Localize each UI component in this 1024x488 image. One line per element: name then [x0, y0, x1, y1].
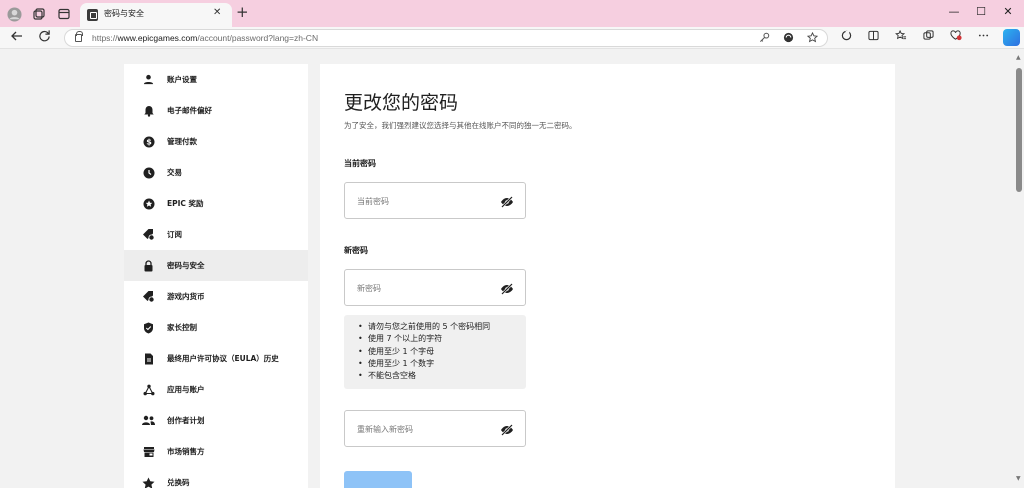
maximize-button[interactable]: ☐: [969, 5, 993, 18]
performance-heart-icon[interactable]: [950, 30, 962, 44]
store-icon: [142, 445, 155, 458]
extension-icon[interactable]: [841, 30, 852, 44]
tab-close-button[interactable]: ✕: [213, 7, 221, 18]
sidebar-item-label: 交易: [167, 168, 182, 177]
favorites-icon[interactable]: [895, 29, 907, 44]
collections-icon[interactable]: [31, 6, 47, 22]
sidebar-item-apps-accounts[interactable]: 应用与账户: [124, 374, 308, 405]
title-bar: 密码与安全 ✕ + — ☐ ✕: [0, 0, 1024, 27]
sidebar-item-label: 家长控制: [167, 323, 197, 332]
scroll-up-icon[interactable]: ▲: [1016, 54, 1021, 61]
sidebar-item-label: 管理付款: [167, 137, 197, 146]
sidebar-item-label: 订阅: [167, 230, 182, 239]
hide-password-eye-icon[interactable]: [500, 281, 514, 295]
current-password-label: 当前密码: [344, 159, 376, 168]
new-password-label: 新密码: [344, 246, 368, 255]
sidebar-item-redeem-code[interactable]: 兑换码: [124, 467, 308, 488]
more-menu-icon[interactable]: [978, 30, 989, 44]
key-icon[interactable]: [759, 32, 770, 46]
new-password-placeholder: 新密码: [357, 284, 381, 293]
new-password-field[interactable]: 新密码: [344, 269, 526, 306]
collections-toolbar-icon[interactable]: [923, 30, 934, 44]
sidebar-item-label: 电子邮件偏好: [167, 106, 212, 115]
requirement-item: 使用至少 1 个字母: [358, 346, 526, 359]
person-icon: [142, 73, 155, 86]
svg-text:$: $: [146, 137, 152, 146]
back-button[interactable]: [10, 29, 24, 48]
sidebar-item-label: 应用与账户: [167, 385, 205, 394]
hide-password-eye-icon[interactable]: [500, 422, 514, 436]
minimize-button[interactable]: —: [942, 5, 966, 18]
nodes-icon: [142, 383, 155, 396]
requirement-item: 使用 7 个以上的字符: [358, 333, 526, 346]
sidebar-item-password-security[interactable]: 密码与安全: [124, 250, 308, 281]
people-icon: [142, 414, 155, 427]
sidebar-item-eula-history[interactable]: 最终用户许可协议（EULA）历史: [124, 343, 308, 374]
star-icon: [142, 476, 155, 488]
sidebar-item-manage-payments[interactable]: $ 管理付款: [124, 126, 308, 157]
confirm-password-field[interactable]: 重新输入新密码: [344, 410, 526, 447]
hide-password-eye-icon[interactable]: [500, 194, 514, 208]
current-password-field[interactable]: 当前密码: [344, 182, 526, 219]
refresh-button[interactable]: [38, 29, 51, 47]
page-title: 更改您的密码: [344, 92, 459, 114]
lock-icon: [142, 259, 155, 272]
address-bar[interactable]: https://www.epicgames.com/account/passwo…: [64, 29, 828, 47]
sidebar-item-label: 最终用户许可协议（EULA）历史: [167, 354, 279, 363]
sidebar-item-epic-rewards[interactable]: EPIC 奖励: [124, 188, 308, 219]
sidebar-item-transactions[interactable]: 交易: [124, 157, 308, 188]
sidebar-item-marketplace-seller[interactable]: 市场销售方: [124, 436, 308, 467]
sidebar-item-parental-controls[interactable]: 家长控制: [124, 312, 308, 343]
sidebar-item-label: 密码与安全: [167, 261, 205, 270]
save-password-button[interactable]: [344, 471, 412, 488]
sidebar-item-label: 兑换码: [167, 478, 190, 487]
shield-icon: [142, 321, 155, 334]
close-window-button[interactable]: ✕: [996, 5, 1020, 18]
split-screen-icon[interactable]: [868, 30, 879, 44]
scrollbar[interactable]: ▲ ▼: [1016, 52, 1022, 482]
tag-icon: [142, 228, 155, 241]
sidebar-item-email-preferences[interactable]: 电子邮件偏好: [124, 95, 308, 126]
epic-favicon-icon: [87, 9, 98, 21]
sidebar-item-label: 创作者计划: [167, 416, 205, 425]
dollar-icon: $: [142, 135, 155, 148]
sidebar-item-account-settings[interactable]: 账户设置: [124, 64, 308, 95]
active-tab[interactable]: 密码与安全 ✕: [80, 3, 232, 27]
account-sidebar: 账户设置 电子邮件偏好 $ 管理付款 交易 EPIC 奖励 订阅 密码与安全 游…: [124, 64, 308, 488]
clock-icon: [142, 166, 155, 179]
copilot-icon[interactable]: [1003, 29, 1020, 46]
favorite-star-icon[interactable]: [806, 31, 819, 46]
password-change-card: 更改您的密码 为了安全，我们强烈建议您选择与其他在线账户不同的独一无二密码。 当…: [320, 64, 895, 488]
site-info-lock-icon[interactable]: [75, 31, 83, 42]
current-password-placeholder: 当前密码: [357, 197, 389, 206]
sidebar-item-label: 市场销售方: [167, 447, 205, 456]
profile-avatar-icon[interactable]: [6, 6, 22, 22]
sidebar-item-label: 账户设置: [167, 75, 197, 84]
requirement-item: 不能包含空格: [358, 370, 526, 383]
sidebar-item-in-game-currency[interactable]: 游戏内货币: [124, 281, 308, 312]
confirm-password-placeholder: 重新输入新密码: [357, 425, 413, 434]
requirement-item: 使用至少 1 个数字: [358, 358, 526, 371]
scroll-thumb[interactable]: [1016, 68, 1022, 192]
tab-title: 密码与安全: [104, 9, 144, 18]
bell-icon: [142, 104, 155, 117]
sidebar-item-label: EPIC 奖励: [167, 199, 204, 208]
sidebar-item-creator-program[interactable]: 创作者计划: [124, 405, 308, 436]
password-requirements-list: 请勿与您之前使用的 5 个密码相同 使用 7 个以上的字符 使用至少 1 个字母…: [344, 315, 526, 389]
sidebar-item-subscriptions[interactable]: 订阅: [124, 219, 308, 250]
star-badge-icon: [142, 197, 155, 210]
scroll-down-icon[interactable]: ▼: [1016, 475, 1021, 482]
page-subtitle: 为了安全，我们强烈建议您选择与其他在线账户不同的独一无二密码。: [344, 121, 577, 130]
navigation-bar: https://www.epicgames.com/account/passwo…: [0, 27, 1024, 49]
document-icon: [142, 352, 155, 365]
url-text: https://www.epicgames.com/account/passwo…: [92, 33, 319, 43]
tab-actions-icon[interactable]: [56, 6, 72, 22]
new-tab-button[interactable]: +: [236, 4, 249, 20]
translate-icon[interactable]: [783, 32, 794, 46]
coin-tag-icon: [142, 290, 155, 303]
requirement-item: 请勿与您之前使用的 5 个密码相同: [358, 321, 526, 334]
sidebar-item-label: 游戏内货币: [167, 292, 205, 301]
